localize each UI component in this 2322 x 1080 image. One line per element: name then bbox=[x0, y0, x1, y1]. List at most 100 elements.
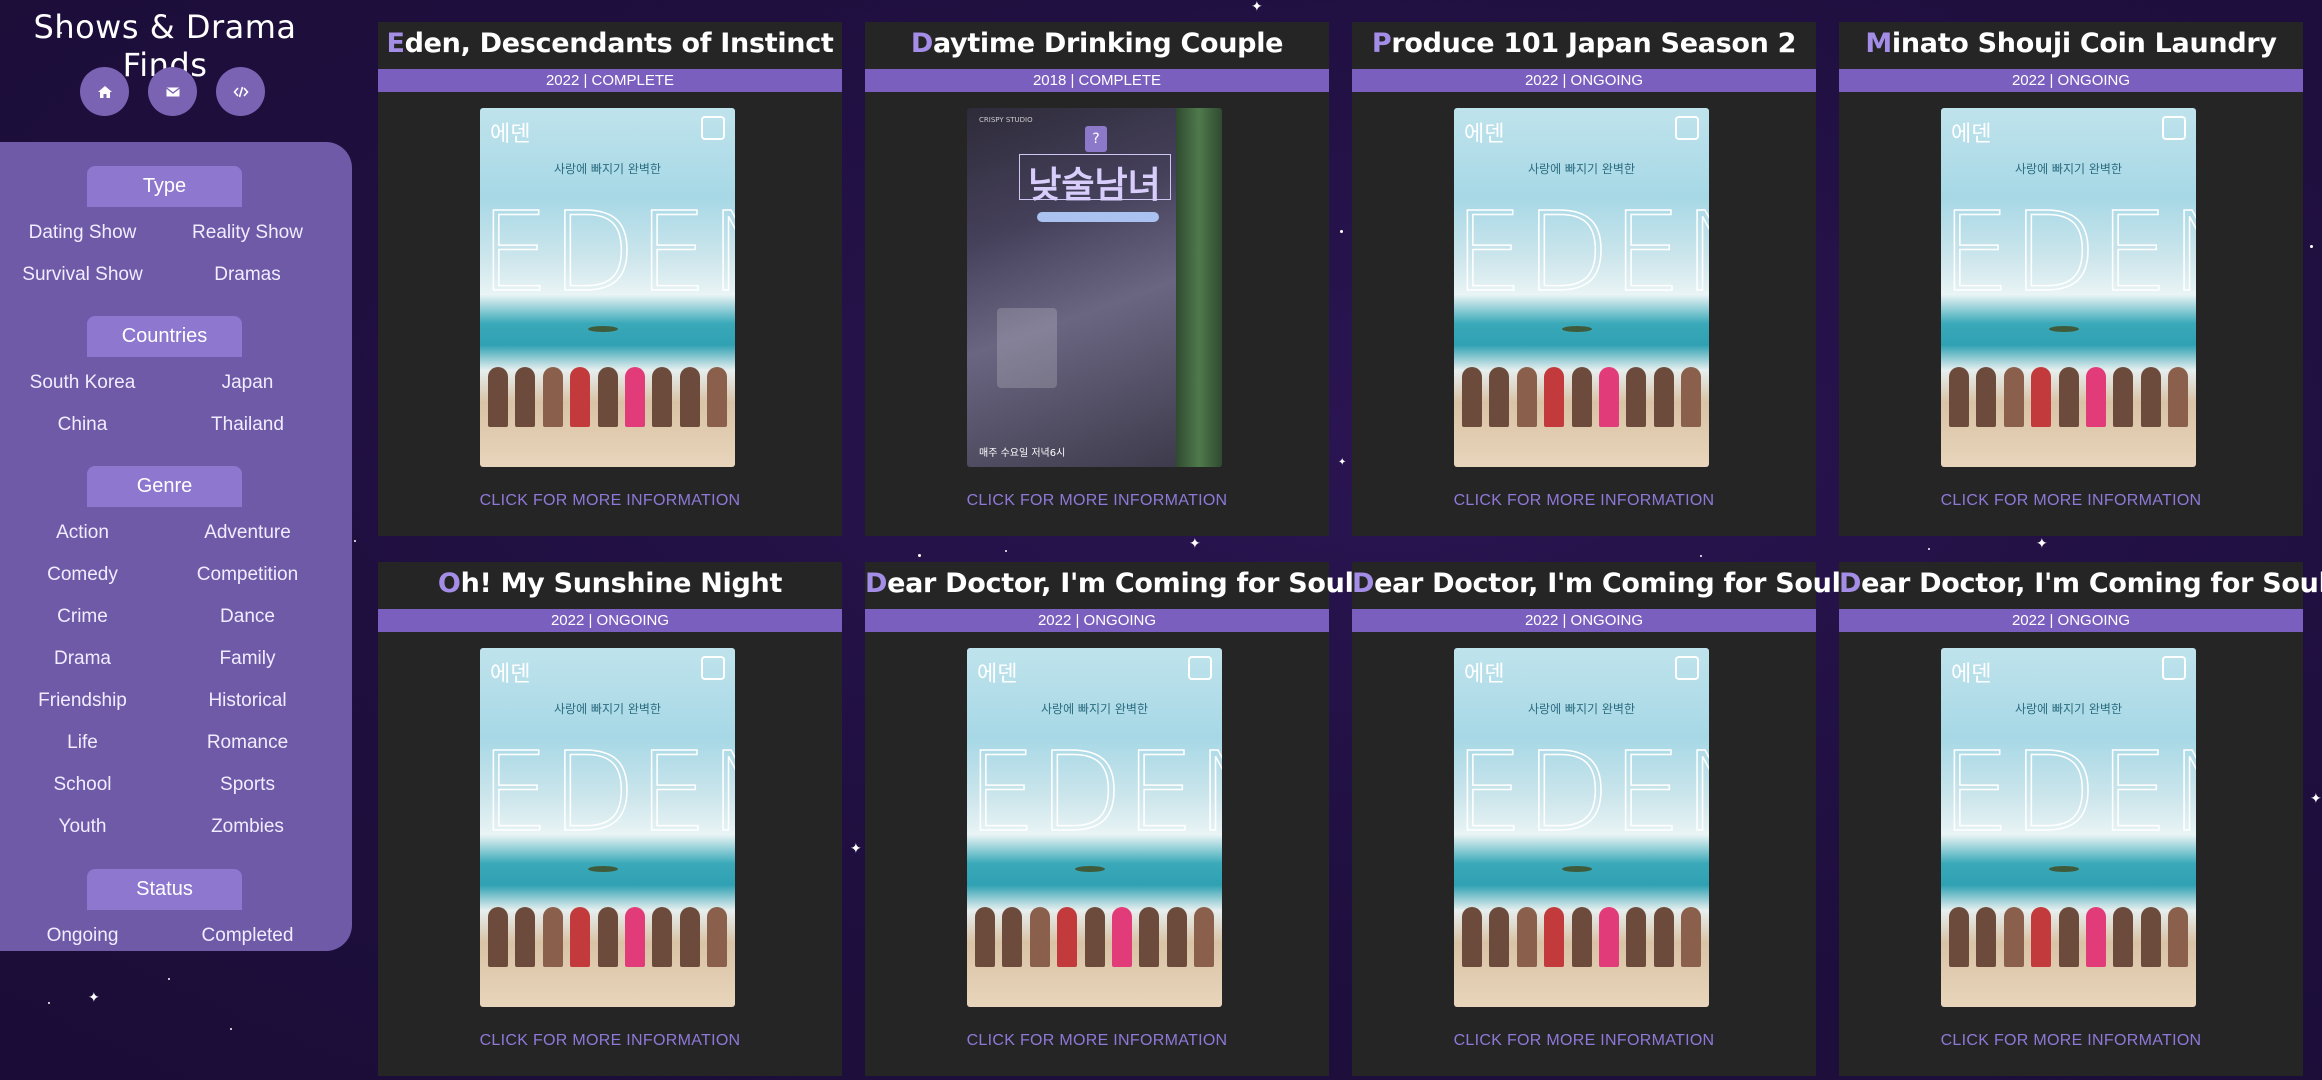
poster-tagline: 사랑에 빠지기 완벽한 bbox=[1528, 702, 1635, 716]
filter-genre-options: Action Adventure Comedy Competition Crim… bbox=[0, 512, 330, 848]
sparkle-icon: ✦ bbox=[1338, 457, 1347, 468]
show-card[interactable]: Produce 101 Japan Season 2 2022 | ONGOING… bbox=[1352, 22, 1816, 536]
show-title-initial: D bbox=[1352, 568, 1375, 599]
show-card[interactable]: Dear Doctor, I'm Coming for Soul 2022 | O… bbox=[1839, 562, 2322, 1076]
star bbox=[1340, 230, 1343, 233]
show-poster[interactable]: 에덴 사랑에 빠지기 완벽한 EDEN bbox=[1941, 648, 2196, 1007]
more-info-link[interactable]: CLICK FOR MORE INFORMATION bbox=[865, 1032, 1329, 1050]
poster-logo-text: 에덴 bbox=[1464, 662, 1505, 687]
filter-option-japan[interactable]: Japan bbox=[165, 362, 330, 404]
filter-option-comedy[interactable]: Comedy bbox=[0, 554, 165, 596]
show-card[interactable]: Oh! My Sunshine Night 2022 | ONGOING 에덴 사… bbox=[378, 562, 842, 1076]
show-poster[interactable]: 에덴 사랑에 빠지기 완벽한 EDEN bbox=[1941, 108, 2196, 467]
show-title-rest: roduce 101 Japan Season 2 bbox=[1391, 28, 1797, 59]
show-poster[interactable]: 에덴 사랑에 빠지기 완벽한 EDEN bbox=[480, 648, 735, 1007]
filter-option-life[interactable]: Life bbox=[0, 722, 165, 764]
poster-tagline: 사랑에 빠지기 완벽한 bbox=[554, 702, 661, 716]
mail-icon bbox=[165, 86, 180, 96]
show-poster[interactable]: 에덴 사랑에 빠지기 완벽한 EDEN bbox=[1454, 108, 1709, 467]
show-title-rest: den, Descendants of Instinct bbox=[404, 28, 834, 59]
poster-pill bbox=[1037, 212, 1159, 222]
filter-option-dance[interactable]: Dance bbox=[165, 596, 330, 638]
filter-option-school[interactable]: School bbox=[0, 764, 165, 806]
filter-option-romance[interactable]: Romance bbox=[165, 722, 330, 764]
more-info-link[interactable]: CLICK FOR MORE INFORMATION bbox=[1352, 492, 1816, 510]
more-info-link[interactable]: CLICK FOR MORE INFORMATION bbox=[865, 492, 1329, 510]
show-poster[interactable]: 에덴 사랑에 빠지기 완벽한 EDEN bbox=[480, 108, 735, 467]
code-icon bbox=[232, 86, 249, 97]
sparkle-icon: ✦ bbox=[850, 841, 862, 857]
poster-logo-text: 에덴 bbox=[1951, 122, 1992, 147]
filter-option-crime[interactable]: Crime bbox=[0, 596, 165, 638]
filter-option-ongoing[interactable]: Ongoing bbox=[0, 915, 165, 957]
channel-logo-icon bbox=[2162, 656, 2186, 680]
show-meta-bar: 2022 | ONGOING bbox=[1839, 69, 2303, 92]
filter-option-south-korea[interactable]: South Korea bbox=[0, 362, 165, 404]
poster-tagline: 사랑에 빠지기 완벽한 bbox=[2015, 702, 2122, 716]
channel-logo-icon bbox=[1188, 656, 1212, 680]
island-shape bbox=[588, 866, 618, 872]
filter-option-sports[interactable]: Sports bbox=[165, 764, 330, 806]
filter-option-zombies[interactable]: Zombies bbox=[165, 806, 330, 848]
show-card[interactable]: Daytime Drinking Couple 2018 | COMPLETE C… bbox=[865, 22, 1329, 536]
code-button[interactable] bbox=[216, 67, 265, 116]
more-info-link[interactable]: CLICK FOR MORE INFORMATION bbox=[378, 492, 842, 510]
cast-silhouettes bbox=[975, 907, 1214, 969]
show-title: Daytime Drinking Couple bbox=[865, 28, 1329, 59]
show-poster[interactable]: CRISPY STUDIO ? 낮술남녀 매주 수요일 저녁6시 bbox=[967, 108, 1222, 467]
filter-option-action[interactable]: Action bbox=[0, 512, 165, 554]
filter-status-header: Status bbox=[87, 869, 242, 910]
island-shape bbox=[2049, 326, 2079, 332]
more-info-link[interactable]: CLICK FOR MORE INFORMATION bbox=[378, 1032, 842, 1050]
show-title-rest: aytime Drinking Couple bbox=[932, 28, 1284, 59]
show-card[interactable]: Minato Shouji Coin Laundry 2022 | ONGOING… bbox=[1839, 22, 2303, 536]
show-poster[interactable]: 에덴 사랑에 빠지기 완벽한 EDEN bbox=[967, 648, 1222, 1007]
more-info-link[interactable]: CLICK FOR MORE INFORMATION bbox=[1352, 1032, 1816, 1050]
poster-logo-text: 에덴 bbox=[490, 122, 531, 147]
filter-option-historical[interactable]: Historical bbox=[165, 680, 330, 722]
filter-option-drama[interactable]: Drama bbox=[0, 638, 165, 680]
filter-option-survival-show[interactable]: Survival Show bbox=[0, 254, 165, 296]
poster-tagline: 사랑에 빠지기 완벽한 bbox=[1041, 702, 1148, 716]
show-card[interactable]: Dear Doctor, I'm Coming for Soul 2022 | O… bbox=[865, 562, 1354, 1076]
filter-option-reality-show[interactable]: Reality Show bbox=[165, 212, 330, 254]
show-meta-bar: 2022 | ONGOING bbox=[1352, 609, 1816, 632]
mail-button[interactable] bbox=[148, 67, 197, 116]
filter-option-youth[interactable]: Youth bbox=[0, 806, 165, 848]
show-card[interactable]: Dear Doctor, I'm Coming for Soul 2022 | O… bbox=[1352, 562, 1841, 1076]
filter-option-friendship[interactable]: Friendship bbox=[0, 680, 165, 722]
filter-option-china[interactable]: China bbox=[0, 404, 165, 446]
island-shape bbox=[1075, 866, 1105, 872]
show-title-rest: ear Doctor, I'm Coming for Soul bbox=[1374, 568, 1841, 599]
more-info-link[interactable]: CLICK FOR MORE INFORMATION bbox=[1839, 492, 2303, 510]
filter-option-adventure[interactable]: Adventure bbox=[165, 512, 330, 554]
filter-option-competition[interactable]: Competition bbox=[165, 554, 330, 596]
poster-logo-text: 에덴 bbox=[1464, 122, 1505, 147]
channel-logo-icon bbox=[2162, 116, 2186, 140]
filter-option-dating-show[interactable]: Dating Show bbox=[0, 212, 165, 254]
show-poster[interactable]: 에덴 사랑에 빠지기 완벽한 EDEN bbox=[1454, 648, 1709, 1007]
poster-tagline: 사랑에 빠지기 완벽한 bbox=[554, 162, 661, 176]
show-title: Oh! My Sunshine Night bbox=[378, 568, 842, 599]
cast-silhouettes bbox=[1949, 367, 2188, 429]
island-shape bbox=[588, 326, 618, 332]
filter-option-dramas[interactable]: Dramas bbox=[165, 254, 330, 296]
sparkle-icon: ✦ bbox=[2310, 791, 2322, 807]
filter-countries-options: South Korea Japan China Thailand bbox=[0, 362, 330, 446]
filter-genre-header: Genre bbox=[87, 466, 242, 507]
filter-option-thailand[interactable]: Thailand bbox=[165, 404, 330, 446]
filter-option-family[interactable]: Family bbox=[165, 638, 330, 680]
show-meta-bar: 2022 | ONGOING bbox=[1352, 69, 1816, 92]
cast-silhouettes bbox=[488, 367, 727, 429]
more-info-link[interactable]: CLICK FOR MORE INFORMATION bbox=[1839, 1032, 2303, 1050]
poster-tagline: 사랑에 빠지기 완벽한 bbox=[1528, 162, 1635, 176]
filter-option-completed[interactable]: Completed bbox=[165, 915, 330, 957]
show-title-rest: ear Doctor, I'm Coming for Soul bbox=[1861, 568, 2322, 599]
show-title-rest: inato Shouji Coin Laundry bbox=[1891, 28, 2277, 59]
channel-logo-icon bbox=[1675, 656, 1699, 680]
poster-logo-text: 에덴 bbox=[977, 662, 1018, 687]
poster-footer-text: 매주 수요일 저녁6시 bbox=[979, 448, 1066, 459]
home-button[interactable] bbox=[80, 67, 129, 116]
show-card[interactable]: Eden, Descendants of Instinct 2022 | COMP… bbox=[378, 22, 842, 536]
channel-logo-icon bbox=[1675, 116, 1699, 140]
